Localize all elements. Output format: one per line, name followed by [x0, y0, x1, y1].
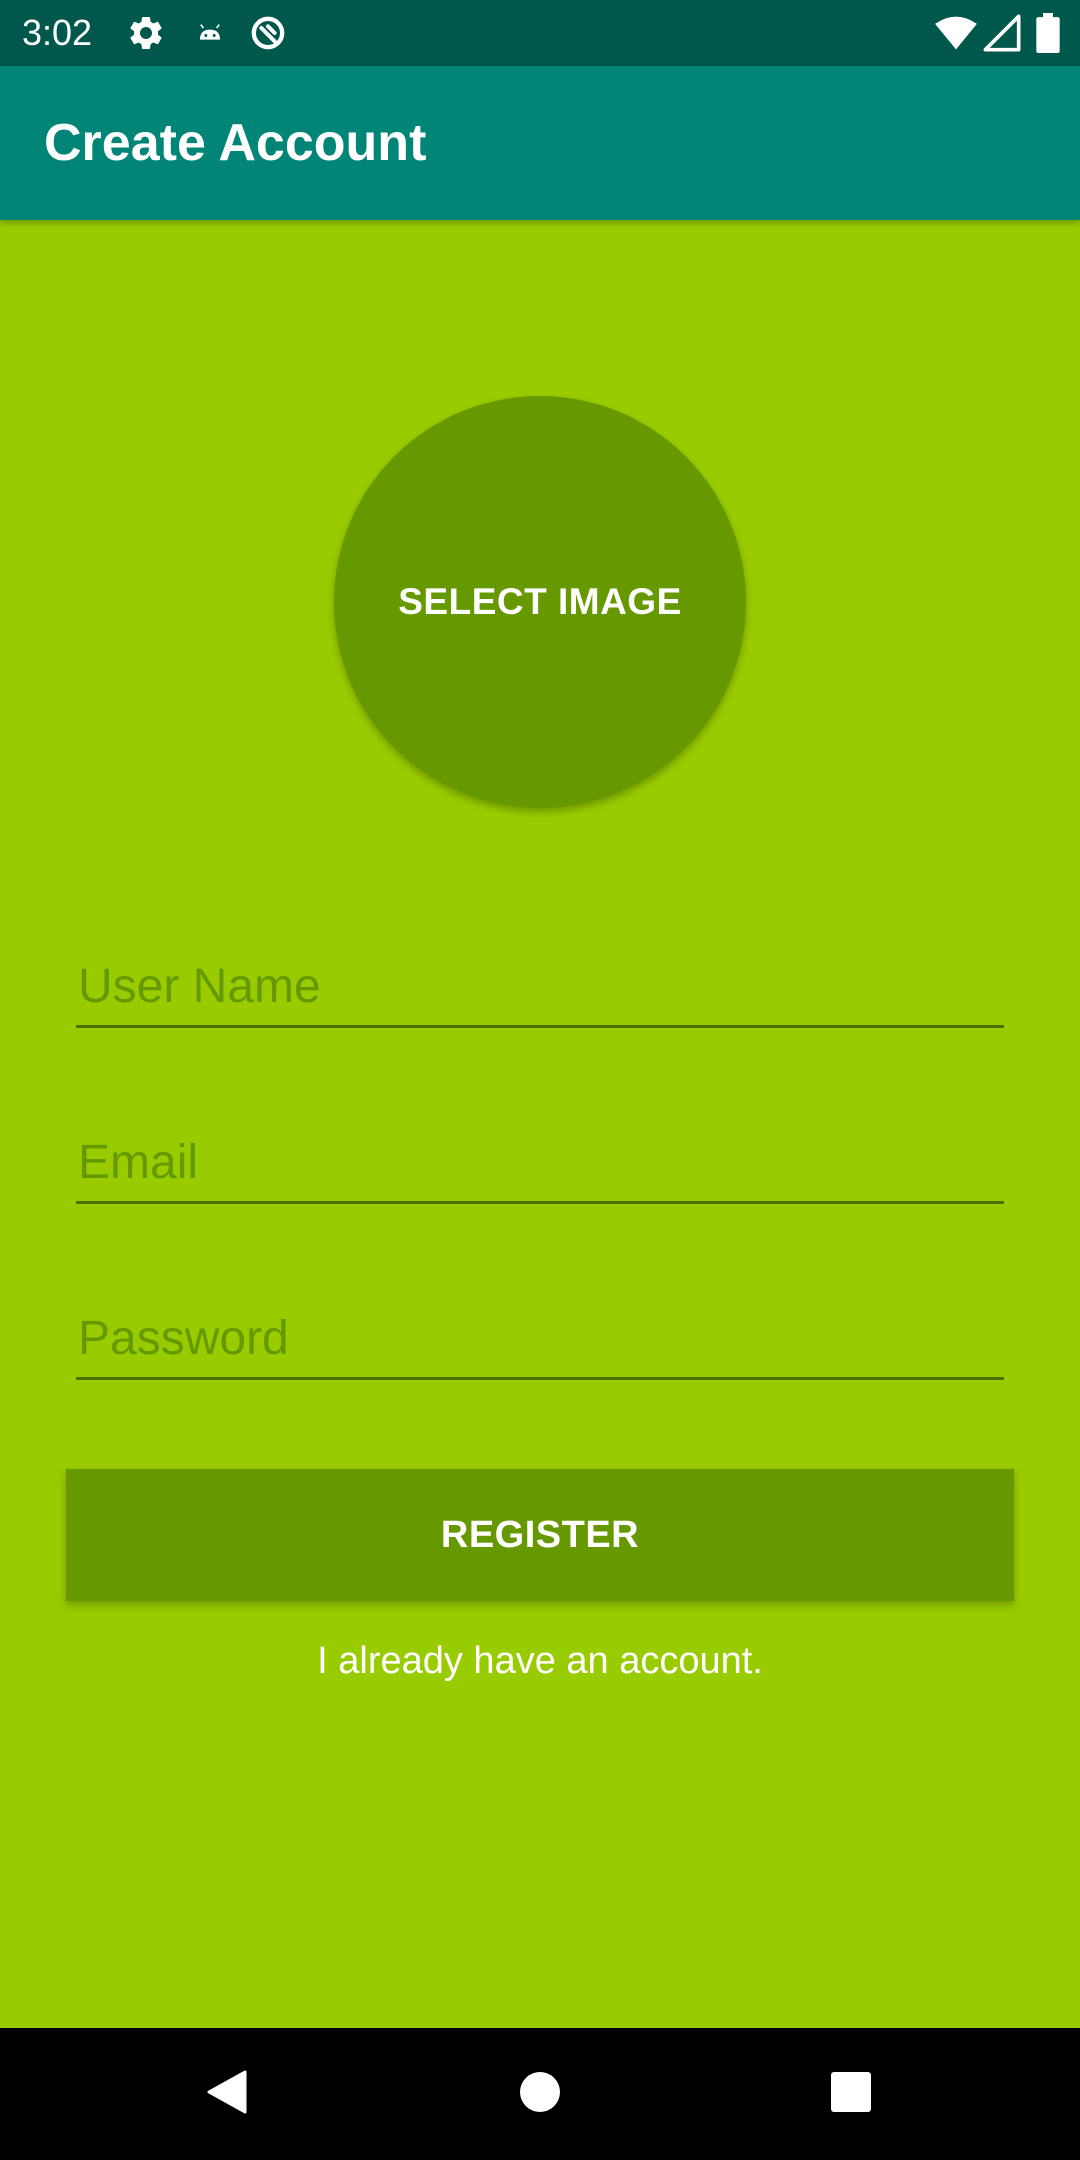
- home-button[interactable]: [475, 2028, 605, 2160]
- page-title: Create Account: [44, 114, 427, 172]
- recents-icon: [830, 2071, 872, 2118]
- email-field[interactable]: [76, 1124, 1004, 1204]
- settings-icon: [126, 13, 166, 53]
- login-link[interactable]: I already have an account.: [0, 1640, 1080, 1683]
- battery-icon: [1034, 13, 1062, 54]
- wifi-icon: [934, 13, 978, 53]
- signal-icon: [982, 13, 1022, 53]
- recents-button[interactable]: [786, 2028, 916, 2160]
- sync-icon: [248, 13, 288, 53]
- select-image-label: SELECT IMAGE: [398, 581, 682, 622]
- password-field[interactable]: [76, 1300, 1004, 1380]
- back-button[interactable]: [162, 2028, 292, 2160]
- select-image-button[interactable]: SELECT IMAGE: [334, 396, 746, 808]
- status-bar: 3:02: [0, 0, 1080, 66]
- back-icon: [205, 2068, 249, 2121]
- register-button[interactable]: REGISTER: [66, 1469, 1014, 1601]
- username-field[interactable]: [76, 948, 1004, 1028]
- app-bar: Create Account: [0, 66, 1080, 220]
- android-icon: [190, 13, 230, 53]
- home-icon: [519, 2071, 561, 2118]
- status-time: 3:02: [22, 12, 93, 53]
- navigation-bar: [0, 2028, 1080, 2160]
